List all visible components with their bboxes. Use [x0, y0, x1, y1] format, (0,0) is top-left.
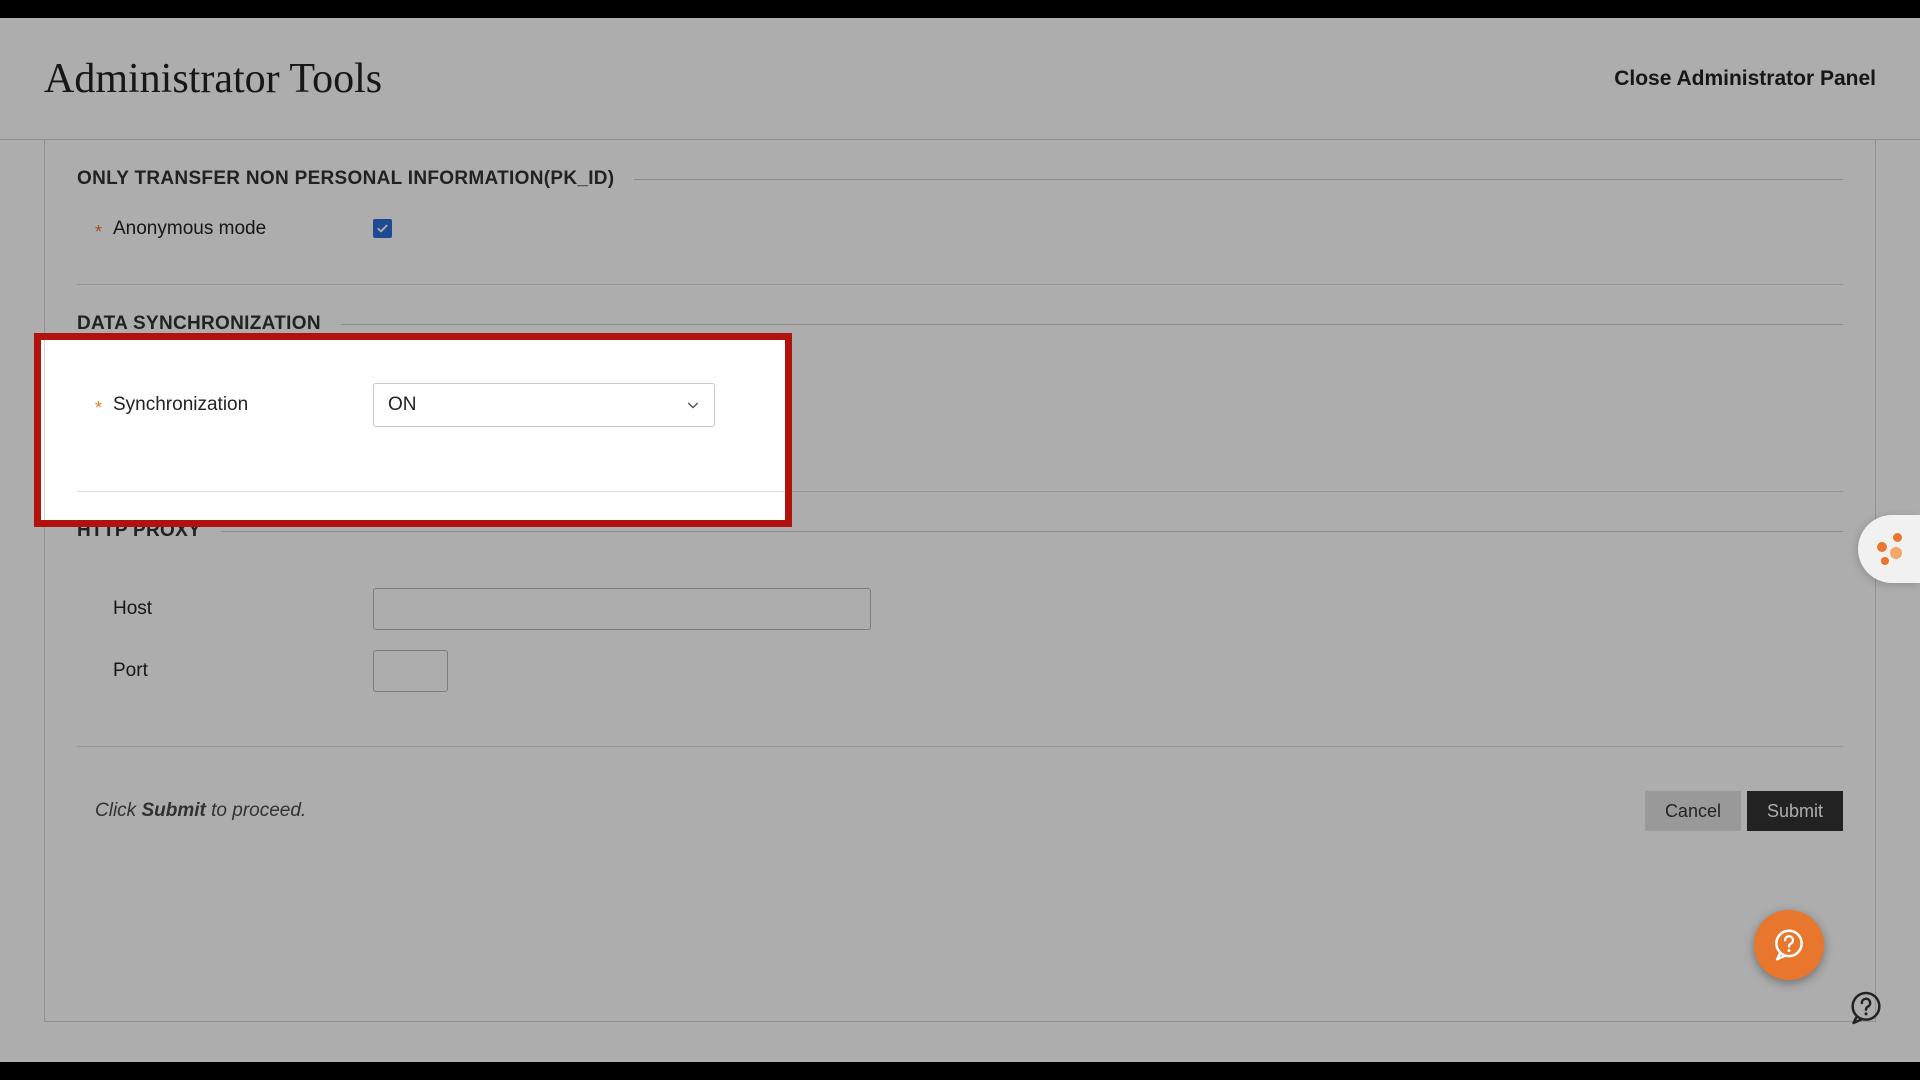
cancel-button[interactable]: Cancel	[1645, 791, 1741, 831]
section-title: ONLY TRANSFER NON PERSONAL INFORMATION(P…	[77, 168, 634, 190]
section-divider	[77, 746, 1843, 747]
check-icon	[376, 222, 389, 235]
anonymous-mode-checkbox[interactable]	[373, 219, 392, 238]
field-label-port: Port	[113, 660, 373, 682]
field-label-anonymous-mode: Anonymous mode	[113, 218, 373, 240]
field-label-synchronization: Synchronization	[113, 394, 373, 416]
close-admin-panel-link[interactable]: Close Administrator Panel	[1614, 67, 1876, 91]
required-star-spacer	[95, 602, 113, 623]
port-input[interactable]	[373, 650, 448, 692]
help-icon-button[interactable]	[1844, 986, 1888, 1030]
button-row: Cancel Submit	[1645, 791, 1843, 831]
synchronization-select[interactable]: ON	[373, 383, 715, 427]
field-row-anonymous-mode: * Anonymous mode	[77, 208, 1843, 250]
field-row-synchronization: * Synchronization ON	[77, 353, 1843, 457]
page-title: Administrator Tools	[44, 55, 382, 103]
select-value: ON	[388, 394, 417, 416]
field-row-host: Host	[77, 560, 1843, 640]
field-label-host: Host	[113, 598, 373, 620]
footer-row: Click Submit to proceed. Cancel Submit	[77, 791, 1843, 831]
help-chat-button[interactable]	[1754, 910, 1824, 980]
host-input[interactable]	[373, 588, 871, 630]
section-title: DATA SYNCHRONIZATION	[77, 313, 341, 335]
chat-question-icon	[1770, 926, 1808, 964]
submit-hint-text: Click Submit to proceed.	[95, 800, 306, 822]
submit-button[interactable]: Submit	[1747, 791, 1843, 831]
section-heading-sync: DATA SYNCHRONIZATION	[77, 313, 1843, 335]
section-divider	[77, 491, 1843, 492]
divider-line	[634, 179, 1843, 180]
required-star-spacer	[95, 664, 113, 685]
chevron-down-icon	[686, 398, 700, 412]
side-launcher-button[interactable]	[1858, 515, 1920, 583]
required-star-icon: *	[95, 398, 113, 419]
section-heading-nonpersonal: ONLY TRANSFER NON PERSONAL INFORMATION(P…	[77, 168, 1843, 190]
section-heading-http-proxy: HTTP PROXY	[77, 520, 1843, 542]
section-title: HTTP PROXY	[77, 520, 221, 542]
app-viewport: Administrator Tools Close Administrator …	[0, 18, 1920, 1062]
header: Administrator Tools Close Administrator …	[0, 18, 1920, 140]
chat-question-outline-icon	[1846, 988, 1886, 1028]
divider-line	[341, 324, 1843, 325]
settings-panel: ONLY TRANSFER NON PERSONAL INFORMATION(P…	[44, 140, 1876, 1022]
required-star-icon: *	[95, 222, 113, 243]
launcher-dots-icon	[1869, 529, 1909, 569]
section-divider	[77, 284, 1843, 285]
field-row-port: Port	[77, 640, 1843, 702]
divider-line	[221, 531, 1843, 532]
